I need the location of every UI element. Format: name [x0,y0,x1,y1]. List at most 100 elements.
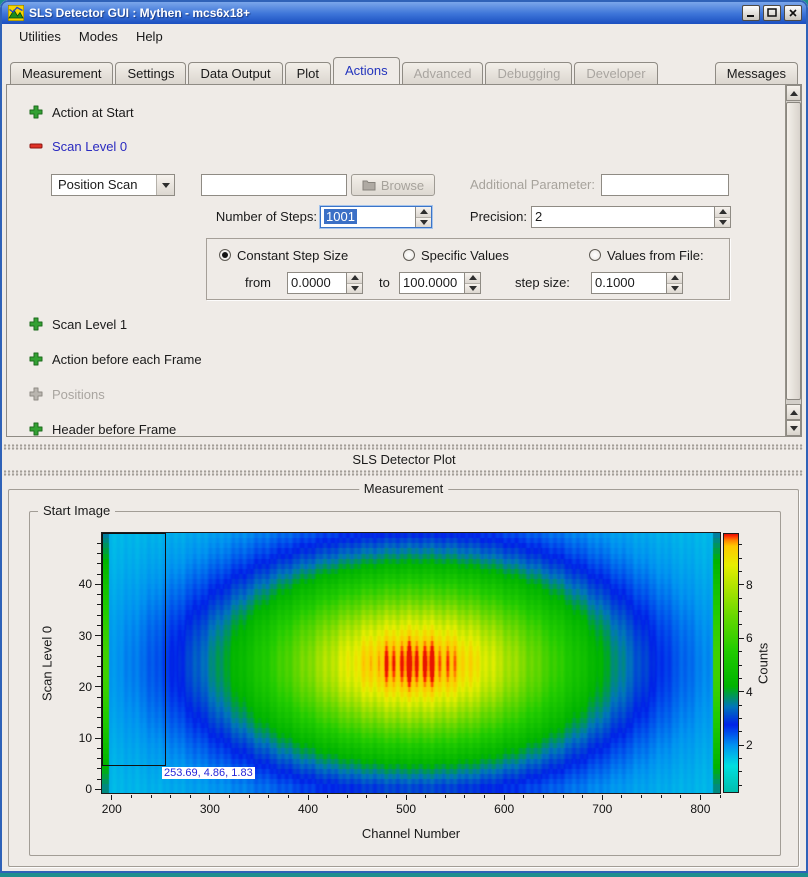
number-of-steps-value[interactable]: 1001 [324,209,357,224]
step-size-value[interactable]: 0.1000 [592,273,666,293]
scan-mode-value: Position Scan [52,175,156,195]
heatmap-canvas[interactable] [101,532,721,794]
arrow-up-icon [790,410,798,415]
spin-up-button[interactable] [465,273,480,284]
expand-plus-icon[interactable] [29,422,43,436]
action-before-frame-row[interactable]: Action before each Frame [29,349,202,369]
splitter-handle[interactable] [4,444,804,450]
menu-modes[interactable]: Modes [70,26,127,47]
close-button[interactable] [784,5,802,21]
colorbar-tick [739,691,744,692]
scan-file-input[interactable] [201,174,347,196]
tab-plot[interactable]: Plot [285,62,331,84]
x-minor-tick [661,795,662,798]
y-minor-tick [97,594,101,595]
spin-up-button[interactable] [667,273,682,284]
scroll-down-button[interactable] [786,420,801,436]
specific-values-radio[interactable]: Specific Values [403,247,509,263]
x-tick-label: 500 [386,802,426,816]
spin-up-button[interactable] [416,207,431,218]
scan-mode-combobox[interactable]: Position Scan [51,174,175,196]
plot-dock-title: SLS Detector Plot [0,452,808,467]
splitter-handle[interactable] [4,470,804,476]
from-spinbox[interactable]: 0.0000 [287,272,363,294]
additional-parameter-input[interactable] [601,174,729,196]
to-spinbox[interactable]: 100.0000 [399,272,481,294]
tabbar: Measurement Settings Data Output Plot Ac… [2,48,806,84]
x-minor-tick [170,795,171,798]
x-minor-tick [366,795,367,798]
scan-level-0-row[interactable]: Scan Level 0 [29,136,127,156]
x-minor-tick [288,795,289,798]
x-minor-tick [720,795,721,798]
menu-help[interactable]: Help [127,26,172,47]
x-minor-tick [131,795,132,798]
y-tick-label: 40 [60,577,92,591]
tab-developer: Developer [574,62,657,84]
minimize-button[interactable] [742,5,760,21]
action-at-start-row[interactable]: Action at Start [29,102,134,122]
spin-down-button[interactable] [347,284,362,294]
header-before-frame-row[interactable]: Header before Frame [29,419,176,437]
spin-down-button[interactable] [465,284,480,294]
chevron-down-icon[interactable] [156,175,174,195]
scroll-up-button[interactable] [786,404,801,420]
x-tick-label: 800 [680,802,720,816]
precision-value[interactable]: 2 [532,207,714,227]
expand-plus-icon[interactable] [29,352,43,366]
colorbar-minor-tick [739,544,742,545]
y-minor-tick [97,543,101,544]
start-image-title: Start Image [38,503,115,518]
spin-down-button[interactable] [416,218,431,228]
scrollbar-thumb[interactable] [786,102,801,400]
number-of-steps-spinbox[interactable]: 1001 [320,206,432,228]
spin-down-button[interactable] [667,284,682,294]
measurement-group: Measurement Start Image 253.69, 4.86, 1.… [8,489,799,867]
x-minor-tick [249,795,250,798]
y-minor-tick [97,553,101,554]
spin-up-button[interactable] [715,207,730,218]
expand-plus-icon-disabled [29,387,43,401]
tab-data-output[interactable]: Data Output [188,62,282,84]
colorbar-minor-tick [739,598,742,599]
colorbar-minor-tick [739,571,742,572]
y-minor-tick [97,563,101,564]
scan-level-1-label: Scan Level 1 [52,317,127,332]
step-size-label: step size: [515,272,570,294]
x-tick [504,795,505,800]
radio-icon [403,249,415,261]
colorbar-minor-tick [739,785,742,786]
tab-settings[interactable]: Settings [115,62,186,84]
menu-utilities[interactable]: Utilities [10,26,70,47]
titlebar[interactable]: SLS Detector GUI : Mythen - mcs6x18+ [2,2,806,24]
constant-step-size-radio[interactable]: Constant Step Size [219,247,348,263]
window-title: SLS Detector GUI : Mythen - mcs6x18+ [29,6,739,20]
y-minor-tick [97,615,101,616]
tab-messages[interactable]: Messages [715,62,798,84]
precision-spinbox[interactable]: 2 [531,206,731,228]
y-minor-tick [97,758,101,759]
from-value[interactable]: 0.0000 [288,273,346,293]
values-from-file-radio[interactable]: Values from File: [589,247,704,263]
colorbar-minor-tick [739,758,742,759]
scan-level-1-row[interactable]: Scan Level 1 [29,314,127,334]
tab-actions[interactable]: Actions [333,57,400,84]
x-minor-tick [563,795,564,798]
app-icon [8,5,24,21]
spin-up-button[interactable] [347,273,362,284]
y-tick-label: 10 [60,731,92,745]
tab-measurement[interactable]: Measurement [10,62,113,84]
step-size-spinbox[interactable]: 0.1000 [591,272,683,294]
to-value[interactable]: 100.0000 [400,273,464,293]
browse-button: Browse [351,174,435,196]
x-minor-tick [484,795,485,798]
collapse-minus-icon[interactable] [29,139,43,153]
expand-plus-icon[interactable] [29,105,43,119]
spin-down-button[interactable] [715,218,730,228]
maximize-button[interactable] [763,5,781,21]
positions-row: Positions [29,384,105,404]
expand-plus-icon[interactable] [29,317,43,331]
vertical-scrollbar[interactable] [785,85,801,436]
scroll-up-button[interactable] [786,85,801,101]
x-minor-tick [680,795,681,798]
